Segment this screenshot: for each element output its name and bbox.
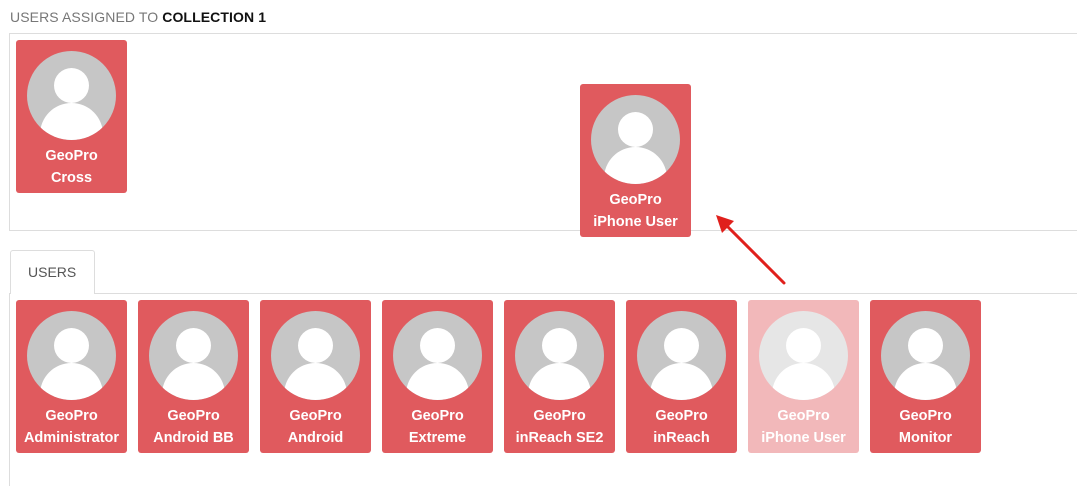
user-avatar-icon	[393, 311, 482, 400]
users-panel-border	[9, 293, 10, 486]
user-avatar-icon	[637, 311, 726, 400]
user-card[interactable]: GeoPro Android BB	[138, 300, 249, 453]
user-name-line2: Administrator	[23, 430, 120, 446]
user-avatar-icon	[27, 51, 116, 140]
user-avatar-icon	[591, 95, 680, 184]
tab-users[interactable]: USERS	[10, 250, 95, 294]
user-card[interactable]: GeoPro Monitor	[870, 300, 981, 453]
dragged-user-card[interactable]: GeoPro iPhone User	[580, 84, 691, 237]
collection-name: COLLECTION 1	[162, 9, 267, 25]
tab-divider	[95, 293, 1077, 294]
user-name-line1: GeoPro	[609, 192, 662, 208]
user-card[interactable]: GeoPro inReach	[626, 300, 737, 453]
user-name-line2: Android BB	[153, 430, 234, 446]
user-name-line2: Android	[287, 430, 344, 446]
user-name-line1: GeoPro	[899, 408, 952, 424]
heading-prefix: USERS ASSIGNED TO	[10, 9, 159, 25]
assigned-users-heading: USERS ASSIGNED TO COLLECTION 1	[10, 9, 266, 25]
user-name-line1: GeoPro	[533, 408, 586, 424]
user-name-line1: GeoPro	[411, 408, 464, 424]
user-avatar-icon	[27, 311, 116, 400]
user-avatar-icon	[881, 311, 970, 400]
user-name-line2: Monitor	[898, 430, 953, 446]
user-avatar-icon	[515, 311, 604, 400]
user-name-line1: GeoPro	[777, 408, 830, 424]
user-avatar-icon	[271, 311, 360, 400]
user-name-line2: iPhone User	[761, 430, 846, 446]
user-name-line1: GeoPro	[45, 148, 98, 164]
user-card[interactable]: GeoPro Administrator	[16, 300, 127, 453]
user-name-line1: GeoPro	[45, 408, 98, 424]
user-name-line2: inReach	[653, 430, 710, 446]
user-name-line1: GeoPro	[289, 408, 342, 424]
user-name-line1: GeoPro	[655, 408, 708, 424]
user-card[interactable]: GeoPro Extreme	[382, 300, 493, 453]
assigned-user-card[interactable]: GeoPro Cross	[16, 40, 127, 193]
user-name-line2: Cross	[50, 170, 93, 186]
user-card[interactable]: GeoPro inReach SE2	[504, 300, 615, 453]
user-card-placeholder: GeoPro iPhone User	[748, 300, 859, 453]
user-avatar-icon	[149, 311, 238, 400]
user-name-line2: iPhone User	[593, 214, 678, 230]
assigned-users-dropzone[interactable]	[9, 33, 1077, 231]
tab-users-label: USERS	[28, 264, 77, 280]
user-avatar-icon	[759, 311, 848, 400]
red-arrow-icon	[716, 215, 786, 285]
user-card[interactable]: GeoPro Android	[260, 300, 371, 453]
user-name-line2: inReach SE2	[515, 430, 604, 446]
user-name-line1: GeoPro	[167, 408, 220, 424]
user-name-line2: Extreme	[408, 430, 467, 446]
